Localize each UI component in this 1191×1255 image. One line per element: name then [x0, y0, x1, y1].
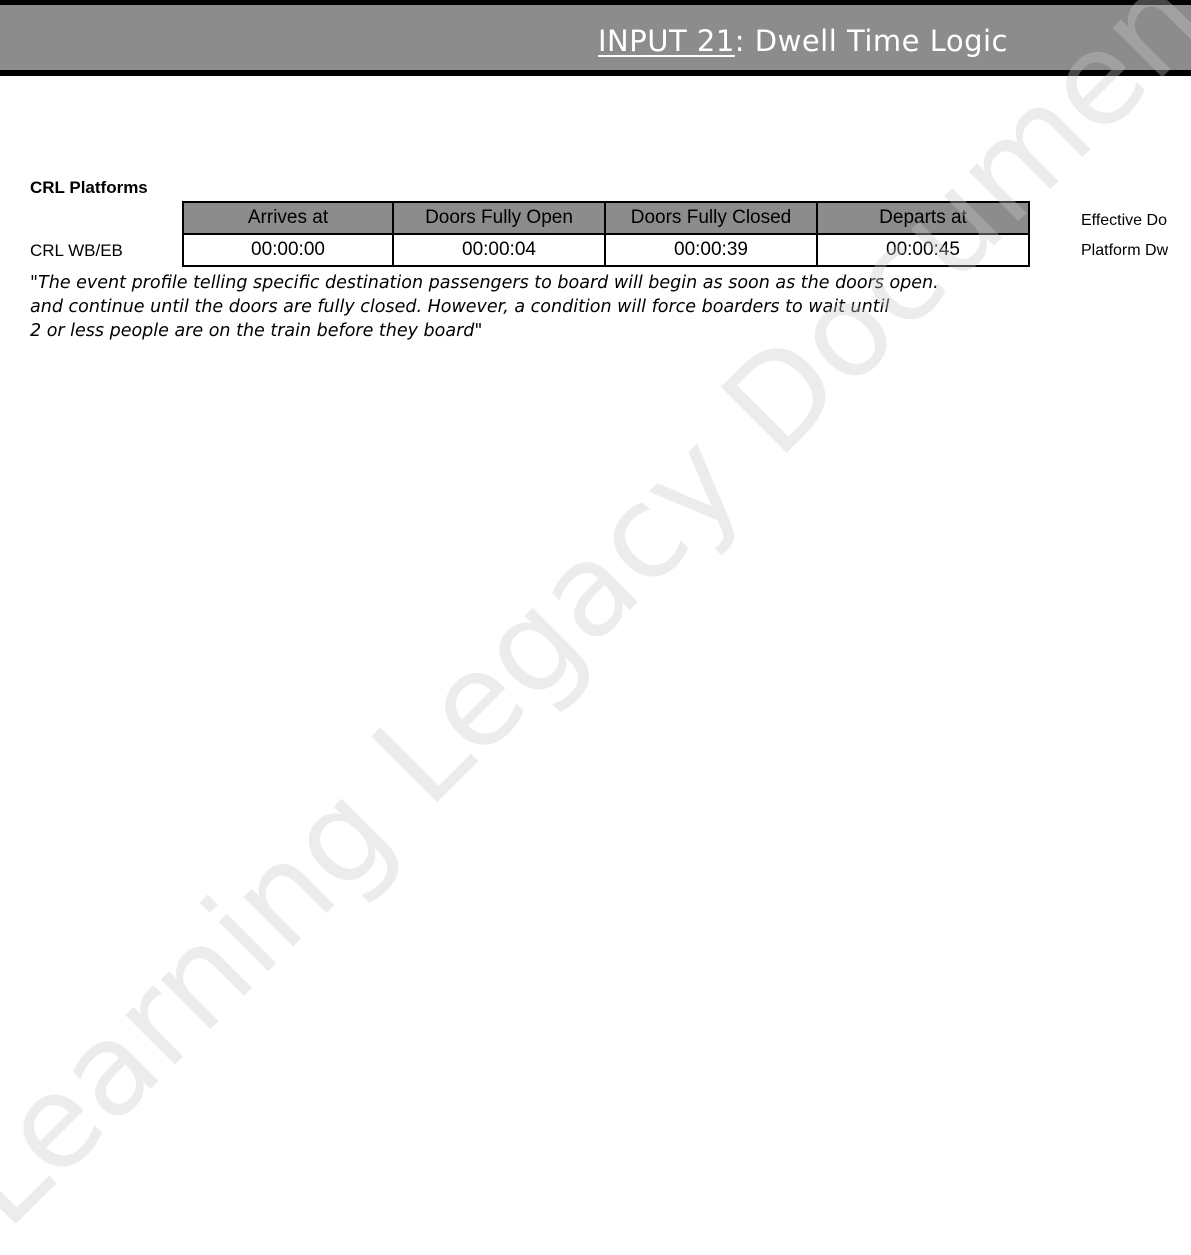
- column-header-doors-fully-open: Doors Fully Open: [392, 201, 606, 235]
- page-title-input-number: INPUT 21: [598, 24, 735, 58]
- quote-line: 2 or less people are on the train before…: [30, 321, 483, 341]
- row-label: CRL WB/EB: [30, 241, 123, 260]
- table-row: 00:00:00 00:00:04 00:00:39 00:00:45: [182, 233, 1030, 267]
- watermark: Learning Legacy Document: [0, 0, 1191, 1255]
- quote-line: and continue until the doors are fully c…: [30, 297, 890, 317]
- table-header-row: Arrives at Doors Fully Open Doors Fully …: [182, 201, 1030, 235]
- column-header-doors-fully-closed: Doors Fully Closed: [604, 201, 818, 235]
- cell-departs-at: 00:00:45: [816, 233, 1030, 267]
- quote-text: "The event profile telling specific dest…: [30, 271, 1180, 343]
- page-title: INPUT 21: Dwell Time Logic: [598, 24, 1008, 58]
- side-label-effective-doors: Effective Do: [1081, 212, 1167, 229]
- section-title: CRL Platforms: [30, 178, 148, 197]
- cell-arrives-at: 00:00:00: [182, 233, 394, 267]
- quote-line: "The event profile telling specific dest…: [30, 273, 939, 293]
- column-header-arrives-at: Arrives at: [182, 201, 394, 235]
- cell-doors-fully-closed: 00:00:39: [604, 233, 818, 267]
- side-label-platform-dwell: Platform Dw: [1081, 242, 1169, 259]
- header-bar: INPUT 21: Dwell Time Logic: [0, 0, 1191, 76]
- header-band: INPUT 21: Dwell Time Logic: [0, 5, 1191, 70]
- cell-doors-fully-open: 00:00:04: [392, 233, 606, 267]
- page-title-text: : Dwell Time Logic: [734, 24, 1008, 58]
- column-header-departs-at: Departs at: [816, 201, 1030, 235]
- dwell-time-table: Arrives at Doors Fully Open Doors Fully …: [182, 201, 1030, 267]
